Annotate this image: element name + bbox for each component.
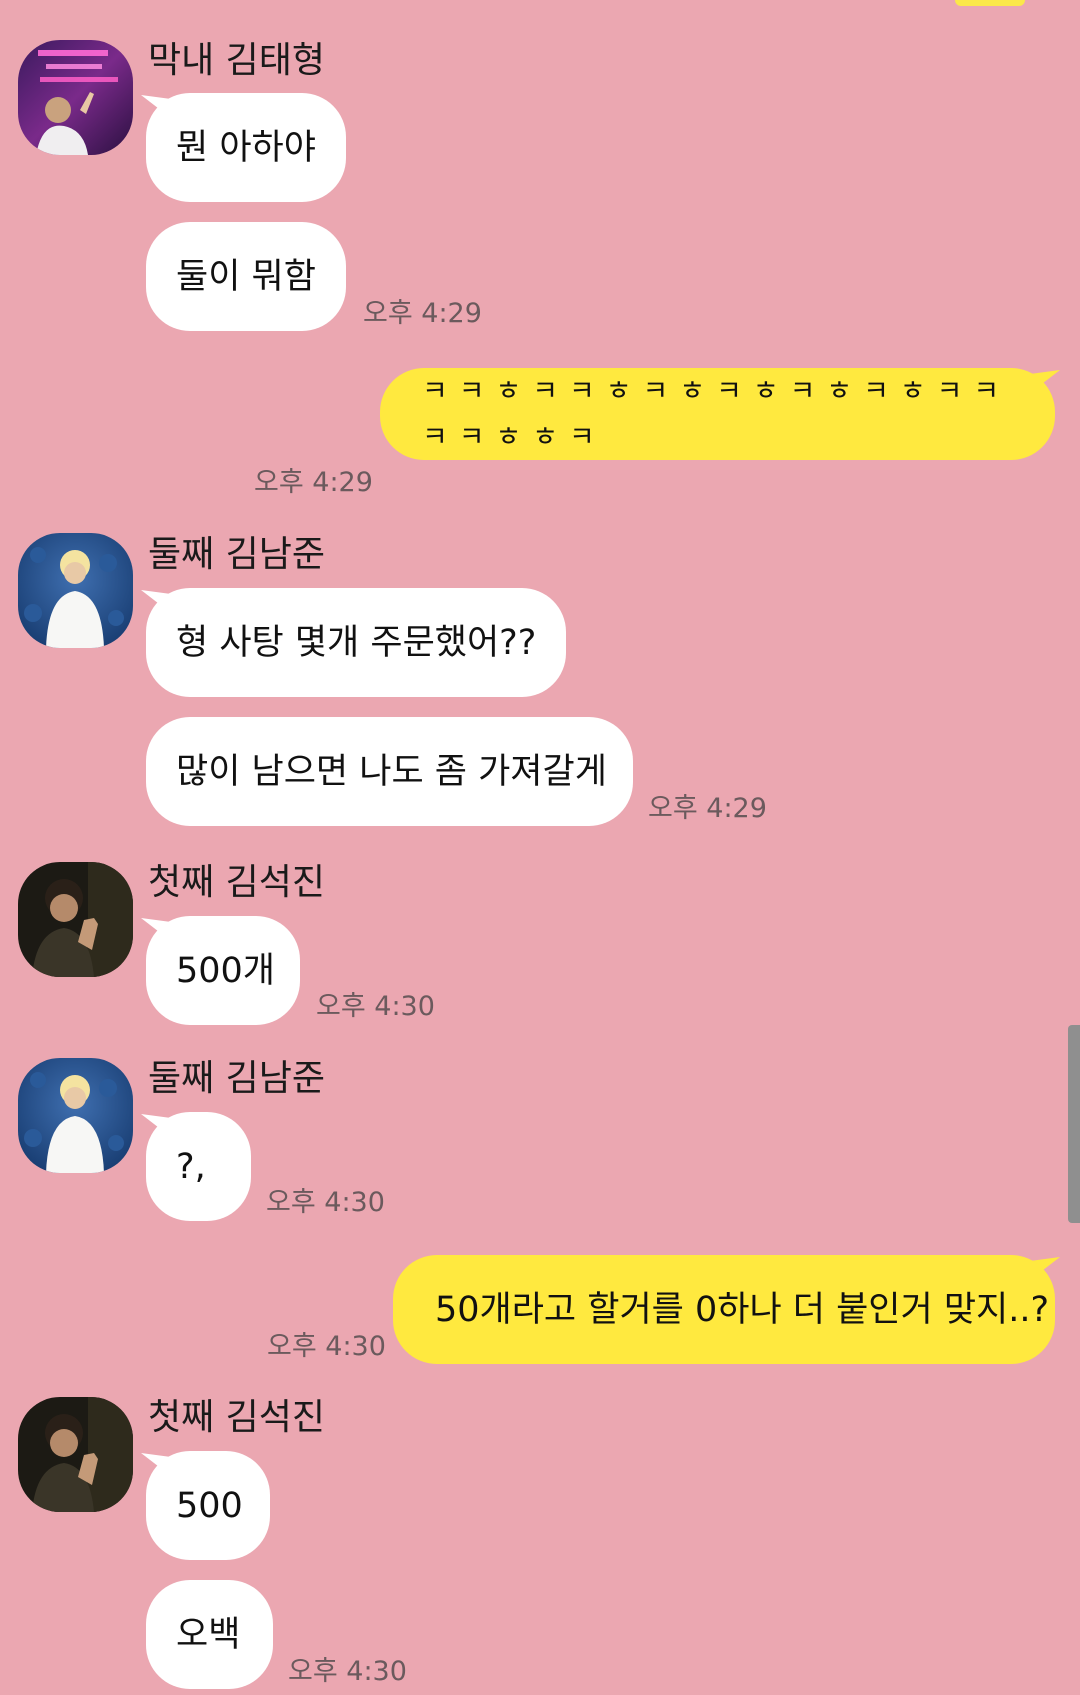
scrollbar-thumb[interactable] (1068, 1025, 1080, 1223)
profile-avatar-namjoon[interactable] (18, 1058, 133, 1173)
incoming-message-bubble[interactable]: 많이 남으면 나도 좀 가져갈게 (146, 717, 633, 826)
sender-name: 막내 김태형 (148, 40, 326, 81)
profile-avatar-taehyung[interactable] (18, 40, 133, 155)
message-text: 오백 (176, 1614, 241, 1655)
message-text: ㅋㅋㅎㅋㅋㅎㅋㅎㅋㅎㅋㅎㅋㅎㅋㅋㅋㅋㅎㅎㅋ (422, 374, 1011, 453)
incoming-message-bubble[interactable]: 500개 (146, 916, 300, 1025)
seokjin-avatar-image (18, 1397, 133, 1512)
message-text: 500개 (176, 950, 276, 991)
incoming-message-bubble[interactable]: 형 사탕 몇개 주문했어?? (146, 588, 566, 697)
incoming-message-bubble[interactable]: ?, (146, 1112, 251, 1221)
namjoon-avatar-image (18, 533, 133, 648)
message-text: 둘이 뭐함 (176, 256, 316, 297)
message-text: 많이 남으면 나도 좀 가져갈게 (176, 751, 607, 792)
sender-name: 첫째 김석진 (148, 1397, 326, 1438)
message-text: 뭔 아하야 (176, 127, 316, 168)
message-text: 500 (176, 1485, 243, 1526)
seokjin-avatar-image (18, 862, 133, 977)
sender-name: 둘째 김남준 (148, 1058, 326, 1099)
namjoon-avatar-image (18, 1058, 133, 1173)
profile-avatar-seokjin[interactable] (18, 1397, 133, 1512)
sender-name: 둘째 김남준 (148, 534, 326, 575)
message-timestamp: 오후 4:30 (316, 991, 435, 1022)
message-text: 형 사탕 몇개 주문했어?? (176, 622, 537, 663)
message-timestamp: 오후 4:30 (288, 1656, 407, 1687)
message-timestamp: 오후 4:30 (267, 1331, 386, 1362)
message-timestamp: 오후 4:30 (266, 1187, 385, 1218)
outgoing-message-bubble[interactable]: ㅋㅋㅎㅋㅋㅎㅋㅎㅋㅎㅋㅎㅋㅎㅋㅋㅋㅋㅎㅎㅋ (380, 368, 1055, 460)
previous-message-edge (955, 0, 1025, 6)
taehyung-avatar-image (18, 40, 133, 155)
message-timestamp: 오후 4:29 (648, 793, 767, 824)
profile-avatar-seokjin[interactable] (18, 862, 133, 977)
message-timestamp: 오후 4:29 (363, 298, 482, 329)
message-text: ?, (176, 1146, 206, 1187)
profile-avatar-namjoon[interactable] (18, 533, 133, 648)
message-text: 50개라고 할거를 0하나 더 붙인거 맞지..? (435, 1289, 1050, 1330)
sender-name: 첫째 김석진 (148, 862, 326, 903)
incoming-message-bubble[interactable]: 오백 (146, 1580, 273, 1689)
message-timestamp: 오후 4:29 (254, 467, 373, 498)
outgoing-message-bubble[interactable]: 50개라고 할거를 0하나 더 붙인거 맞지..? (393, 1255, 1055, 1364)
incoming-message-bubble[interactable]: 뭔 아하야 (146, 93, 346, 202)
incoming-message-bubble[interactable]: 500 (146, 1451, 270, 1560)
incoming-message-bubble[interactable]: 둘이 뭐함 (146, 222, 346, 331)
